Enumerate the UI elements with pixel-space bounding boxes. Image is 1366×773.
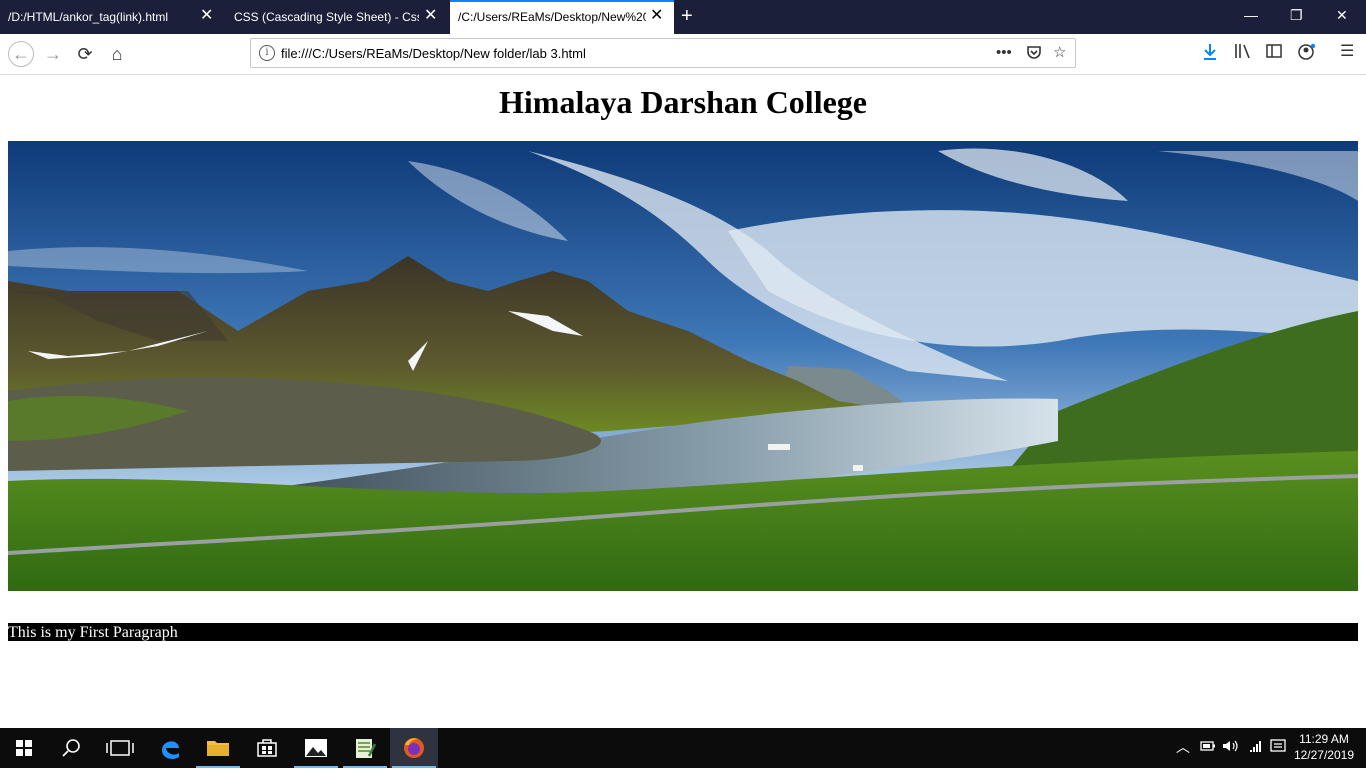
windows-taskbar: ︿ 11:29 AM 12/27/2019 — [0, 728, 1366, 768]
tab-ankor-tag[interactable]: /D:/HTML/ankor_tag(link).html ✕ — [0, 0, 224, 34]
tab-title: /D:/HTML/ankor_tag(link).html — [8, 10, 169, 24]
landscape-image — [8, 141, 1358, 591]
home-button[interactable]: ⌂ — [106, 43, 128, 65]
info-icon[interactable]: i — [259, 45, 275, 61]
sidebar-icon[interactable] — [1266, 43, 1282, 64]
clock-time: 11:29 AM — [1299, 732, 1349, 746]
file-explorer-icon[interactable] — [194, 728, 242, 768]
battery-icon[interactable] — [1200, 739, 1216, 756]
tab-title: CSS (Cascading Style Sheet) - Css.p — [234, 10, 419, 24]
url-text[interactable]: file:///C:/Users/REaMs/Desktop/New folde… — [281, 46, 586, 61]
search-icon[interactable] — [48, 728, 96, 768]
tab-strip: /D:/HTML/ankor_tag(link).html ✕ CSS (Cas… — [0, 0, 1366, 34]
active-tab-indicator — [450, 0, 674, 2]
bookmark-star-icon[interactable]: ☆ — [1053, 44, 1066, 62]
page-actions-icon[interactable]: ••• — [996, 44, 1012, 62]
show-hidden-icons[interactable]: ︿ — [1176, 739, 1190, 755]
store-icon[interactable] — [243, 728, 291, 768]
photos-icon[interactable] — [292, 728, 340, 768]
new-tab-button[interactable]: + — [681, 6, 693, 26]
reload-button[interactable]: ⟳ — [74, 43, 96, 65]
address-bar[interactable]: i file:///C:/Users/REaMs/Desktop/New fol… — [250, 38, 1076, 68]
clock[interactable]: 11:29 AM 12/27/2019 — [1294, 731, 1354, 763]
firefox-icon[interactable] — [390, 728, 438, 768]
page-heading: Himalaya Darshan College — [499, 84, 867, 120]
task-view-icon[interactable] — [96, 728, 144, 768]
account-icon[interactable] — [1298, 43, 1316, 66]
close-tab-icon[interactable]: ✕ — [424, 8, 437, 24]
menu-icon[interactable]: ☰ — [1340, 43, 1354, 61]
navigation-toolbar: ← → ⟳ ⌂ i file:///C:/Users/REaMs/Desktop… — [0, 34, 1366, 75]
tab-lab3[interactable]: /C:/Users/REaMs/Desktop/New%20 ✕ — [450, 0, 674, 34]
start-button[interactable] — [0, 728, 48, 768]
library-icon[interactable] — [1234, 43, 1252, 64]
back-button[interactable]: ← — [8, 41, 34, 67]
close-tab-icon[interactable]: ✕ — [650, 8, 663, 24]
notification-icon[interactable] — [1270, 739, 1286, 756]
volume-icon[interactable] — [1222, 739, 1240, 756]
forward-button[interactable]: → — [42, 43, 64, 65]
download-icon[interactable] — [1202, 43, 1218, 66]
clock-date: 12/27/2019 — [1293, 748, 1354, 762]
first-paragraph: This is my First Paragraph — [8, 623, 1358, 641]
minimize-icon[interactable]: — — [1244, 8, 1258, 22]
page-viewport: Himalaya Darshan College This is my Firs… — [0, 75, 1366, 727]
tab-css[interactable]: CSS (Cascading Style Sheet) - Css.p ✕ — [226, 0, 448, 34]
network-icon[interactable] — [1248, 739, 1264, 756]
notepad-icon[interactable] — [341, 728, 389, 768]
pocket-icon[interactable] — [1026, 44, 1042, 65]
close-window-icon[interactable]: ✕ — [1336, 8, 1348, 22]
tab-title: /C:/Users/REaMs/Desktop/New%20 — [458, 10, 646, 24]
restore-icon[interactable]: ❐ — [1290, 8, 1303, 22]
edge-icon[interactable] — [146, 728, 194, 768]
close-tab-icon[interactable]: ✕ — [200, 8, 213, 24]
